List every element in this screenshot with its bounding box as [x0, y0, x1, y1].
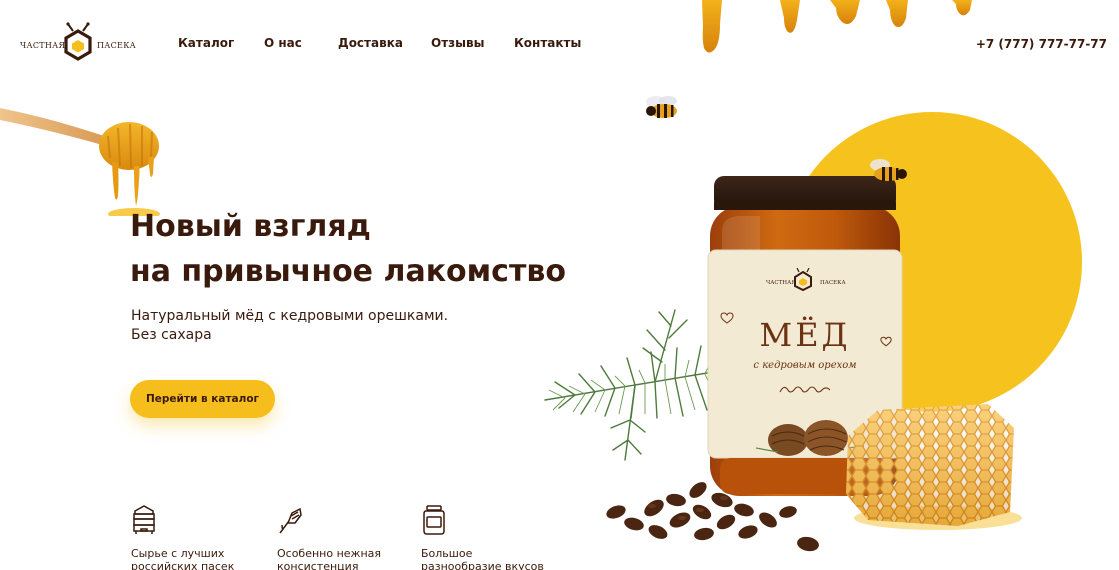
yellow-circle-decoration	[782, 112, 1082, 412]
feature-text-line2: российских пасек	[131, 560, 235, 570]
feature-text-line1: Сырье с лучших	[131, 547, 225, 560]
logo-text-left: ЧАСТНАЯ	[20, 41, 66, 50]
honey-jar-icon	[423, 505, 445, 535]
nav-item-about[interactable]: О нас	[264, 36, 302, 50]
nav-item-catalog[interactable]: Каталог	[178, 36, 234, 50]
hero-title-line1: Новый взгляд	[130, 209, 371, 244]
hero-title-line2: на привычное лакомство	[130, 254, 566, 289]
honey-dipper-icon	[279, 507, 302, 534]
honey-jar-decoration	[707, 176, 903, 496]
nav-item-reviews[interactable]: Отзывы	[431, 36, 484, 50]
hero-subtitle: Натуральный мёд с кедровыми орешками. Бе…	[131, 307, 448, 345]
honey-dipper-decoration	[0, 108, 160, 216]
go-to-catalog-button[interactable]: Перейти в каталог	[130, 380, 275, 418]
pine-nuts-decoration	[606, 482, 819, 552]
feature-text-line1: Большое	[421, 547, 473, 560]
jar-label-logo-icon	[794, 268, 812, 292]
feature-text-line2: консистенция	[277, 560, 359, 570]
bee-decoration	[646, 96, 677, 118]
hero-title: Новый взгляд на привычное лакомство	[130, 204, 566, 294]
feature-text-line1: Особенно нежная	[277, 547, 382, 560]
logo-text-right: ПАСЕКА	[97, 41, 137, 50]
nav-item-contacts[interactable]: Контакты	[514, 36, 581, 50]
jar-label-subtitle: с кедровым орехом	[753, 360, 857, 371]
honeycomb-decoration	[846, 404, 1022, 530]
nav-item-delivery[interactable]: Доставка	[338, 36, 403, 50]
feature-text-line2: разнообразие вкусов	[421, 560, 544, 570]
honeycomb-logo-icon	[64, 22, 92, 61]
pine-cone-illustration	[755, 420, 865, 456]
hero-subtitle-line1: Натуральный мёд с кедровыми орешками.	[131, 308, 449, 324]
heart-icon	[720, 312, 734, 324]
brand-logo[interactable]: ЧАСТНАЯ ПАСЕКА	[20, 22, 137, 66]
bee-on-jar-decoration	[870, 159, 907, 181]
heart-icon	[880, 336, 892, 347]
jar-label-brand-right: ПАСЕКА	[820, 280, 846, 286]
jar-label-title: МЁД	[759, 316, 851, 354]
honey-drips-decoration	[702, 0, 972, 53]
swirl-ornament-icon	[779, 386, 831, 393]
beehive-icon	[133, 505, 155, 534]
hero-subtitle-line2: Без сахара	[131, 327, 212, 343]
phone-link[interactable]: +7 (777) 777-77-77	[976, 37, 1107, 51]
jar-label-brand-left: ЧАСТНАЯ	[766, 280, 796, 286]
pine-branch-decoration	[544, 309, 726, 461]
